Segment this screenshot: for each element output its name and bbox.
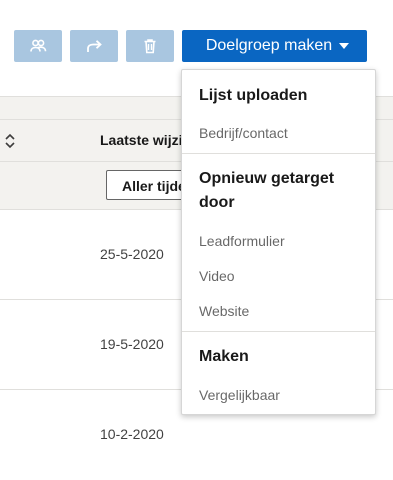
row-date: 10-2-2020	[100, 426, 164, 442]
trash-icon	[144, 39, 156, 54]
menu-item-website[interactable]: Website	[199, 303, 249, 319]
row-date: 19-5-2020	[100, 336, 164, 352]
create-audience-label: Doelgroep maken	[205, 37, 333, 54]
create-audience-button[interactable]: Doelgroep maken	[182, 30, 367, 62]
audience-users-button[interactable]	[14, 30, 62, 62]
share-icon	[87, 40, 102, 52]
dropdown-divider	[182, 153, 375, 154]
row-date: 25-5-2020	[100, 246, 164, 262]
dropdown-section-create: Maken	[199, 348, 249, 365]
sort-icon[interactable]	[3, 133, 17, 149]
menu-item-lookalike[interactable]: Vergelijkbaar	[199, 387, 280, 403]
dropdown-section-upload-list[interactable]: Lijst uploaden	[199, 84, 359, 108]
last-modified-column-header[interactable]: Laatste wijzi	[100, 132, 182, 148]
menu-item-company-contact[interactable]: Bedrijf/contact	[199, 125, 288, 141]
dropdown-section-retargeting: Opnieuw getarget door	[199, 170, 335, 211]
dropdown-divider	[182, 331, 375, 332]
caret-down-icon	[339, 43, 350, 49]
share-button[interactable]	[70, 30, 118, 62]
users-icon	[30, 39, 47, 52]
delete-button[interactable]	[126, 30, 174, 62]
menu-item-lead-form[interactable]: Leadformulier	[199, 233, 285, 249]
create-audience-dropdown: Lijst uploaden Bedrijf/contact Opnieuw g…	[181, 69, 376, 415]
menu-item-video[interactable]: Video	[199, 268, 235, 284]
